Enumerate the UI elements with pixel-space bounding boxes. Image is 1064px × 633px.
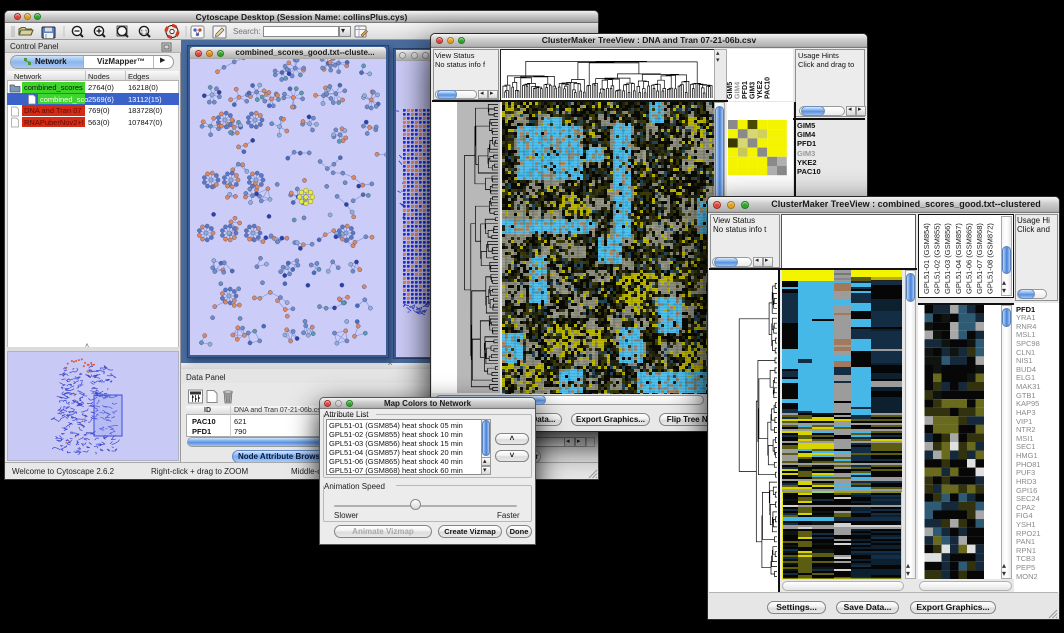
svg-text:GPL51-02 (GSM855): GPL51-02 (GSM855) [933, 223, 942, 294]
svg-text:GPL51-06 (GSM865): GPL51-06 (GSM865) [964, 223, 973, 294]
svg-text:GPL51-08 (GSM872): GPL51-08 (GSM872) [986, 223, 995, 294]
svg-text:GPL51-03 (GSM856): GPL51-03 (GSM856) [943, 223, 952, 294]
svg-text:GPL51-04 (GSM857): GPL51-04 (GSM857) [954, 223, 963, 294]
svg-text:PAC10: PAC10 [765, 77, 772, 99]
svg-text:GPL51-07 (GSM868): GPL51-07 (GSM868) [975, 223, 984, 294]
svg-text:PFD1: PFD1 [742, 81, 749, 99]
svg-text:YKE2: YKE2 [757, 81, 764, 99]
svg-text:GIM4: GIM4 [735, 82, 742, 99]
svg-text:GPL51-01 (GSM854): GPL51-01 (GSM854) [922, 223, 931, 294]
svg-text:GIM5: GIM5 [727, 82, 734, 99]
svg-text:1:1: 1:1 [141, 30, 148, 36]
svg-text:Search:: Search: [233, 27, 261, 36]
svg-text:GIM3: GIM3 [750, 82, 757, 99]
